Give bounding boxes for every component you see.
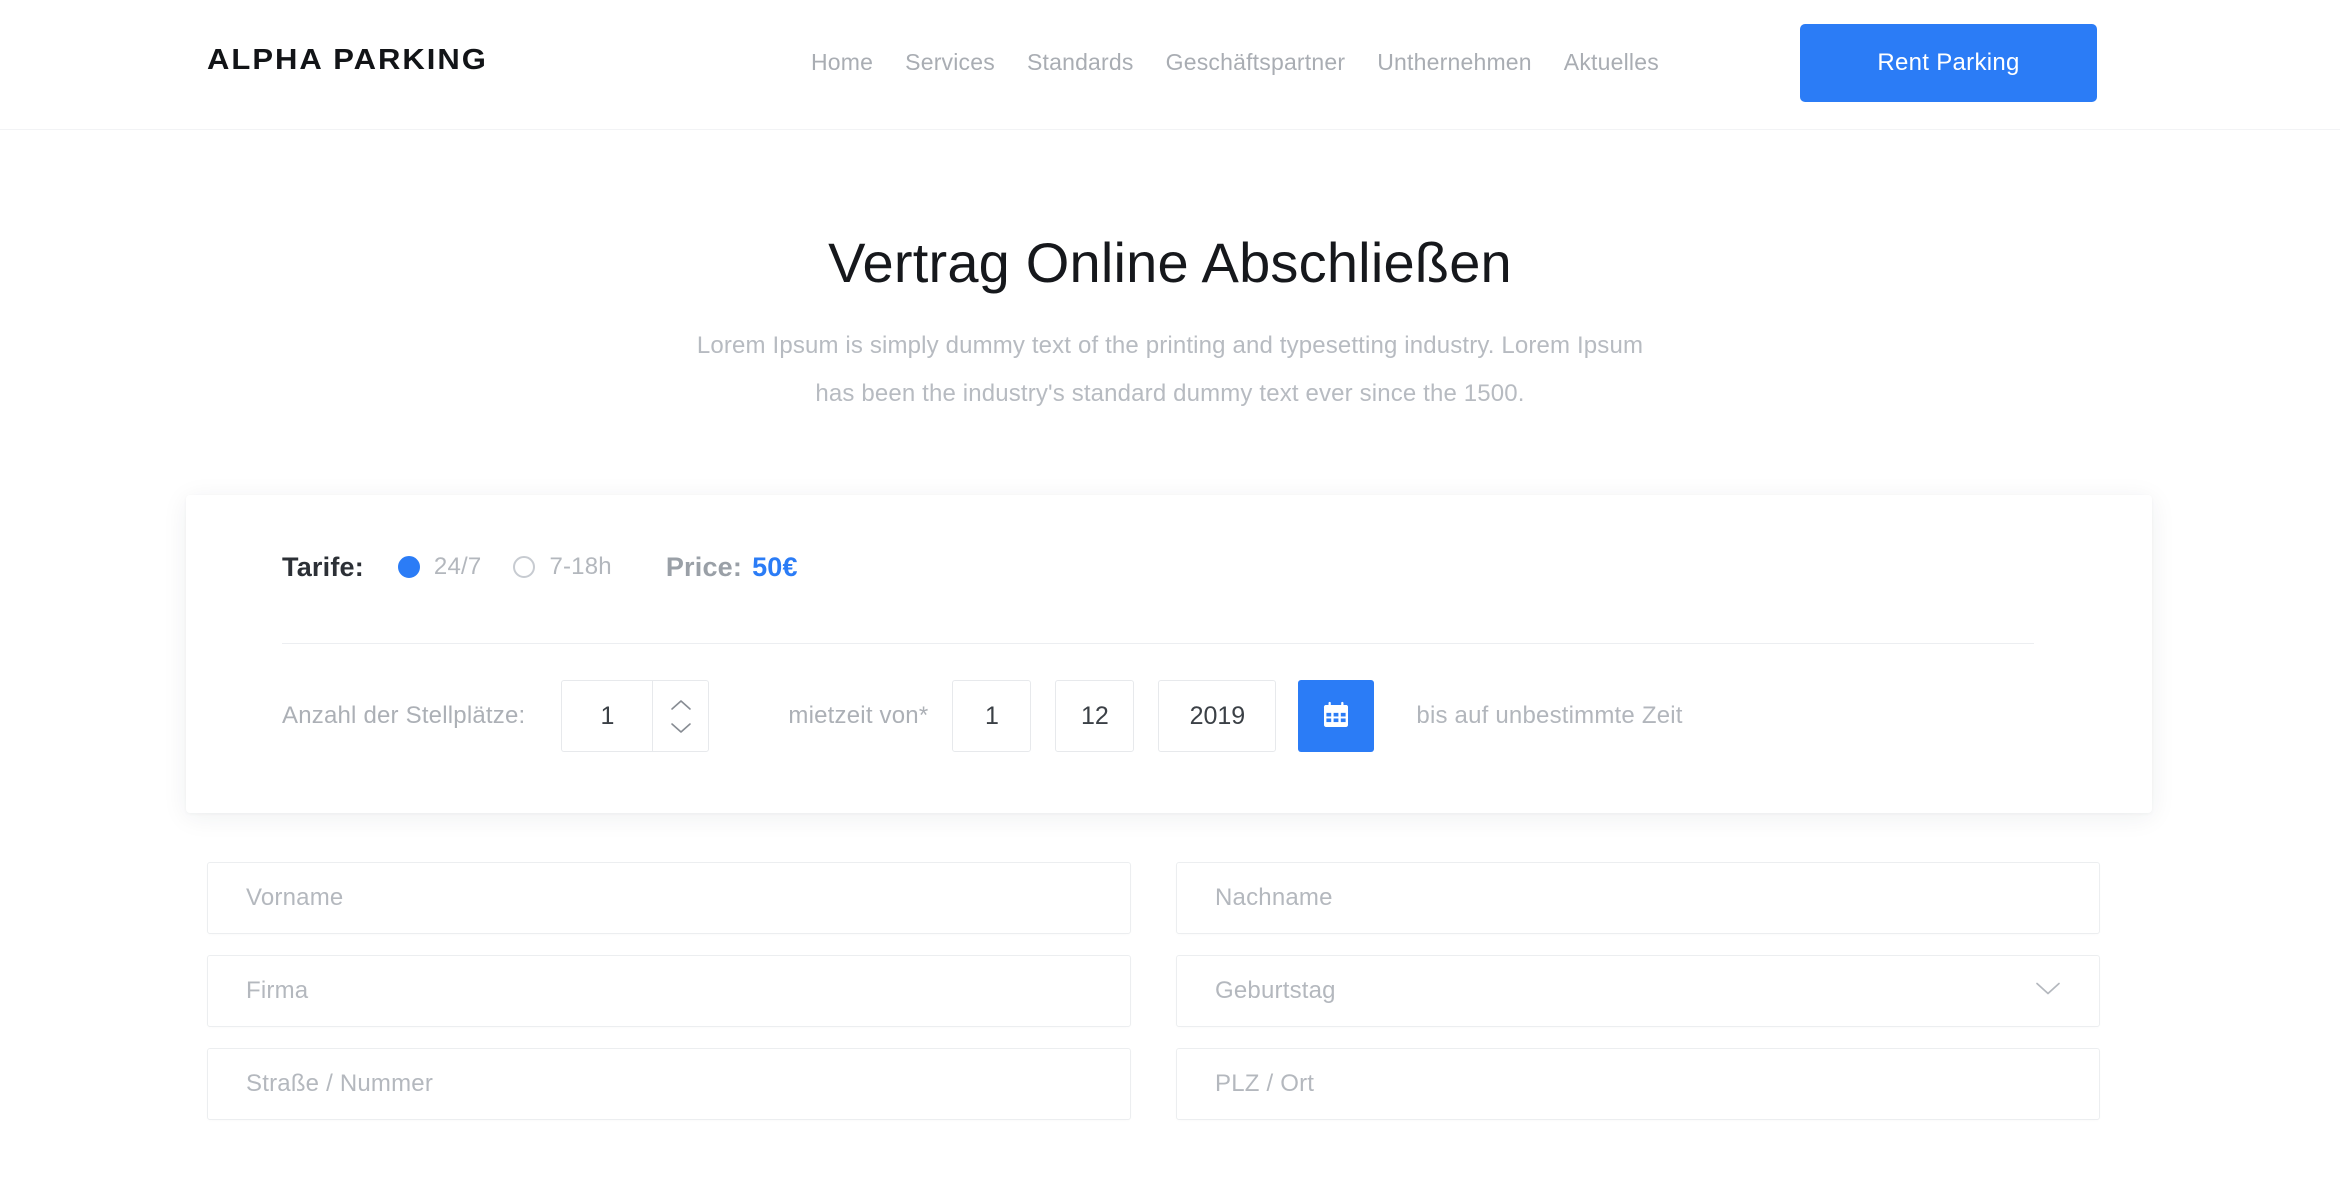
tarif-radio-group: 24/7 7-18h xyxy=(397,553,644,581)
strasse-nummer-field[interactable]: Straße / Nummer xyxy=(207,1048,1131,1120)
hero-subtitle-line1: Lorem Ipsum is simply dummy text of the … xyxy=(696,332,1644,359)
date-month-input[interactable]: 12 xyxy=(1055,680,1135,752)
page-title: Vertrag Online Abschließen xyxy=(828,231,1512,294)
spaces-input[interactable]: 1 xyxy=(561,680,653,752)
chevron-down-icon[interactable] xyxy=(670,722,692,734)
contract-form: Vorname Nachname Firma Geburtstag Straße… xyxy=(207,862,2100,1120)
geburtstag-placeholder: Geburtstag xyxy=(1215,977,1336,1004)
main-nav: Home Services Standards Geschäftspartner… xyxy=(795,45,1675,79)
booking-row: Anzahl der Stellplätze: 1 mietzeit von* … xyxy=(282,680,1683,752)
nav-item-aktuelles[interactable]: Aktuelles xyxy=(1548,45,1675,79)
plz-ort-placeholder: PLZ / Ort xyxy=(1215,1070,1315,1097)
calendar-icon xyxy=(1320,699,1352,734)
unlimited-time-note: bis auf unbestimmte Zeit xyxy=(1416,702,1683,729)
radio-filled-icon xyxy=(397,556,420,578)
strasse-nummer-placeholder: Straße / Nummer xyxy=(246,1070,434,1097)
firma-placeholder: Firma xyxy=(246,977,309,1004)
spaces-stepper-buttons[interactable] xyxy=(652,680,710,752)
plz-ort-field[interactable]: PLZ / Ort xyxy=(1176,1048,2100,1120)
hero-subtitle: Lorem Ipsum is simply dummy text of the … xyxy=(0,322,2340,418)
date-year-input[interactable]: 2019 xyxy=(1158,680,1277,752)
chevron-up-icon[interactable] xyxy=(670,699,692,711)
tarif-row: Tarife: 24/7 7-18h Price: 50€ xyxy=(282,537,798,597)
site-header: ALPHA PARKING Home Services Standards Ge… xyxy=(0,0,2340,130)
brand-logo[interactable]: ALPHA PARKING xyxy=(207,43,488,76)
page-root: ALPHA PARKING Home Services Standards Ge… xyxy=(0,0,2340,1192)
nav-item-home[interactable]: Home xyxy=(795,45,889,79)
nav-item-services[interactable]: Services xyxy=(889,45,1011,79)
price-value: 50€ xyxy=(752,551,798,582)
tarife-label: Tarife: xyxy=(282,551,364,582)
spaces-stepper[interactable]: 1 xyxy=(561,680,710,752)
mietzeit-label: mietzeit von* xyxy=(788,702,929,729)
hero-subtitle-line2: has been the industry's standard dummy t… xyxy=(815,380,1525,407)
date-day-input[interactable]: 1 xyxy=(952,680,1032,752)
tarif-option-24-7-label: 24/7 xyxy=(433,553,482,580)
form-grid: Vorname Nachname Firma Geburtstag Straße… xyxy=(207,862,2100,1120)
chevron-down-icon[interactable] xyxy=(2035,981,2061,1002)
nav-item-unthernehmen[interactable]: Unthernehmen xyxy=(1361,45,1548,79)
tarif-option-7-18h[interactable]: 7-18h xyxy=(513,553,612,581)
firma-field[interactable]: Firma xyxy=(207,955,1131,1027)
vorname-placeholder: Vorname xyxy=(246,884,344,911)
nav-item-geschaeftspartner[interactable]: Geschäftspartner xyxy=(1150,45,1362,79)
rent-parking-button[interactable]: Rent Parking xyxy=(1800,24,2097,102)
vorname-field[interactable]: Vorname xyxy=(207,862,1131,934)
hero-section: Vertrag Online Abschließen Lorem Ipsum i… xyxy=(0,130,2340,490)
price-label: Price: xyxy=(665,551,743,582)
spaces-label: Anzahl der Stellplätze: xyxy=(282,702,526,729)
nachname-placeholder: Nachname xyxy=(1215,884,1333,911)
calendar-button[interactable] xyxy=(1298,680,1375,752)
nav-item-standards[interactable]: Standards xyxy=(1011,45,1150,79)
geburtstag-select[interactable]: Geburtstag xyxy=(1176,955,2100,1027)
radio-empty-icon xyxy=(513,556,536,578)
tarif-option-7-18h-label: 7-18h xyxy=(549,553,612,580)
card-divider xyxy=(282,643,2034,644)
nachname-field[interactable]: Nachname xyxy=(1176,862,2100,934)
tarif-card: Tarife: 24/7 7-18h Price: 50€ Anzahl der… xyxy=(186,495,2152,813)
tarif-option-24-7[interactable]: 24/7 xyxy=(397,553,482,581)
